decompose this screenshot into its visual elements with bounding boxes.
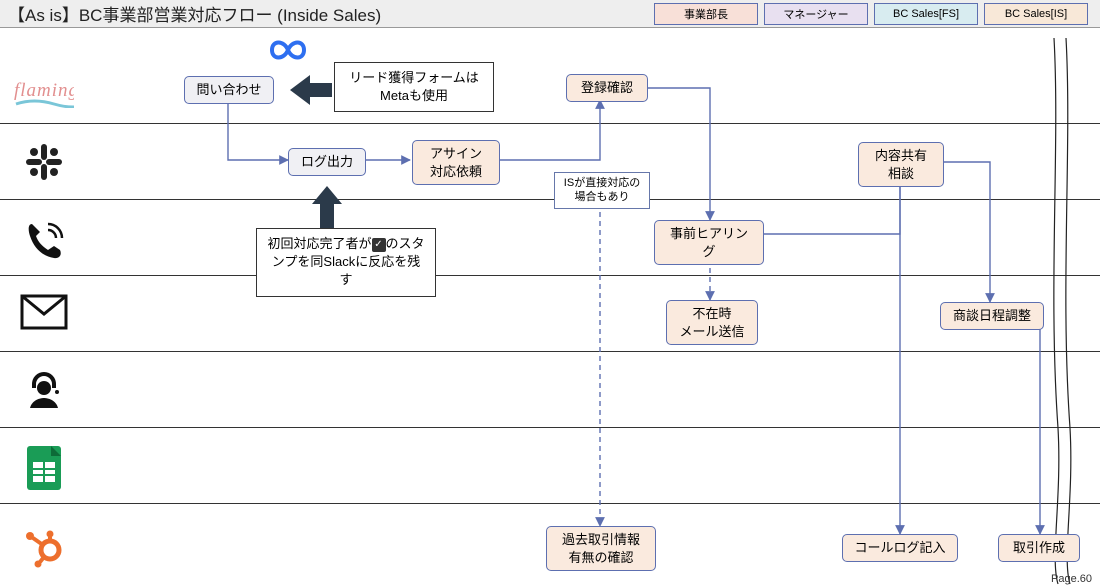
phone-icon [14, 218, 74, 262]
email-icon [14, 294, 74, 330]
node-pre-hearing: 事前ヒアリング [654, 220, 764, 265]
lane-email [0, 276, 1100, 352]
note-is-direct: ISが直接対応の場合もあり [554, 172, 650, 209]
svg-text:flamingo: flamingo [14, 80, 74, 101]
legend-item-2: マネージャー [764, 3, 868, 25]
node-absent-mail: 不在時 メール送信 [666, 300, 758, 345]
flamingo-logo: flamingo [14, 76, 74, 108]
agent-icon [14, 368, 74, 412]
node-inquiry: 問い合わせ [184, 76, 274, 104]
node-call-log: コールログ記入 [842, 534, 958, 562]
slack-icon [14, 140, 74, 184]
node-deal-create: 取引作成 [998, 534, 1080, 562]
lane-phone [0, 200, 1100, 276]
note-meta: リード獲得フォームはMetaも使用 [334, 62, 494, 112]
lane-agent [0, 352, 1100, 428]
note-slack-stamp: 初回対応完了者が✓のスタンプを同Slackに反応を残す [256, 228, 436, 297]
legend-item-4: BC Sales[IS] [984, 3, 1088, 25]
node-reg-confirm: 登録確認 [566, 74, 648, 102]
lane-sheets [0, 428, 1100, 504]
lane-flamingo [0, 28, 1100, 124]
legend-item-3: BC Sales[FS] [874, 3, 978, 25]
sheets-icon [14, 444, 74, 492]
legend-item-1: 事業部長 [654, 3, 758, 25]
node-log-out: ログ出力 [288, 148, 366, 176]
legend: 事業部長 マネージャー BC Sales[FS] BC Sales[IS] [654, 3, 1088, 25]
page-number: Page.60 [1051, 573, 1092, 585]
page-title: 【As is】BC事業部営業対応フロー (Inside Sales) [8, 1, 381, 26]
hubspot-icon [14, 526, 74, 570]
node-assign: アサイン 対応依頼 [412, 140, 500, 185]
node-past-deal: 過去取引情報 有無の確認 [546, 526, 656, 571]
node-share: 内容共有 相談 [858, 142, 944, 187]
swimlanes: flamingo [0, 28, 1100, 587]
node-schedule: 商談日程調整 [940, 302, 1044, 330]
